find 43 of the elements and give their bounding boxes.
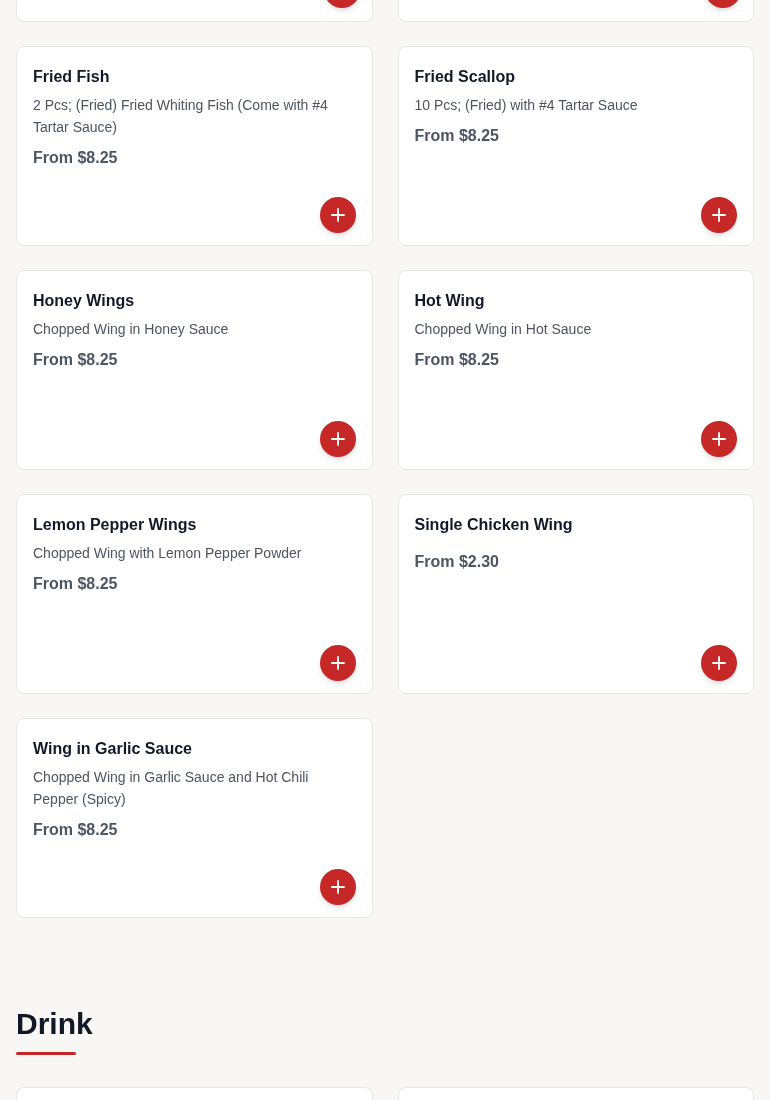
plus-icon [330, 432, 345, 446]
item-price: From $8.25 [33, 820, 119, 840]
plus-icon [330, 880, 345, 894]
plus-icon [330, 656, 345, 670]
item-description: Chopped Wing in Honey Sauce [33, 320, 230, 339]
title-underline [16, 1052, 76, 1055]
item-name: Hot Wing [414, 291, 486, 311]
menu-card[interactable]: Honey Wings Chopped Wing in Honey Sauce From $8.25 [16, 270, 373, 470]
item-description: Chopped Wing with Lemon Pepper Powder [33, 544, 303, 563]
item-price: From $8.25 [33, 574, 119, 594]
menu-card[interactable]: Fried Fish 2 Pcs; (Fried) Fried Whiting Fish (Come with #4 Tartar Sauce) From $8.25 [16, 46, 373, 246]
item-price: From $8.25 [33, 350, 119, 370]
add-button[interactable] [701, 197, 737, 233]
add-button[interactable] [701, 645, 737, 681]
menu-card[interactable]: Hot Wing Chopped Wing in Hot Sauce From $8.25 [397, 270, 754, 470]
item-name: Wing in Garlic Sauce [33, 739, 193, 759]
item-description: Chopped Wing in Garlic Sauce and Hot Chili Pepper (Spicy) [33, 768, 310, 809]
add-button[interactable] [319, 645, 356, 681]
item-name: Lemon Pepper Wings [33, 515, 198, 535]
menu-card[interactable]: Single Chicken Wing From $2.30 [397, 494, 754, 694]
plus-icon [712, 656, 726, 670]
item-name: Fried Fish [33, 67, 111, 87]
item-description: Chopped Wing in Hot Sauce [414, 320, 593, 339]
menu-card[interactable]: Fried Scallop 10 Pcs; (Fried) with #4 Tartar Sauce From $8.25 [397, 46, 754, 246]
item-description: 2 Pcs; (Fried) Fried Whiting Fish (Come with #4 Tartar Sauce) [33, 96, 329, 137]
menu-card[interactable]: Wing in Garlic Sauce Chopped Wing in Garlic Sauce and Hot Chili Pepper (Spicy) From $8.25 [16, 718, 373, 918]
item-name: Honey Wings [33, 291, 136, 311]
item-price: From $8.25 [414, 350, 500, 370]
add-button[interactable] [319, 197, 356, 233]
item-name: Single Chicken Wing [414, 515, 574, 535]
add-button[interactable] [319, 421, 356, 457]
item-price: From $8.25 [33, 148, 119, 168]
plus-icon [330, 208, 345, 222]
menu-card[interactable]: Lemon Pepper Wings Chopped Wing with Lemon Pepper Powder From $8.25 [16, 494, 373, 694]
section-title: Drink [16, 1006, 93, 1042]
item-price: From $2.30 [414, 552, 500, 572]
item-name: Fried Scallop [414, 67, 516, 87]
plus-icon [712, 432, 726, 446]
plus-icon [712, 208, 726, 222]
item-price: From $8.25 [414, 126, 500, 146]
add-button[interactable] [319, 869, 356, 905]
item-description: 10 Pcs; (Fried) with #4 Tartar Sauce [414, 96, 639, 115]
add-button[interactable] [701, 421, 737, 457]
